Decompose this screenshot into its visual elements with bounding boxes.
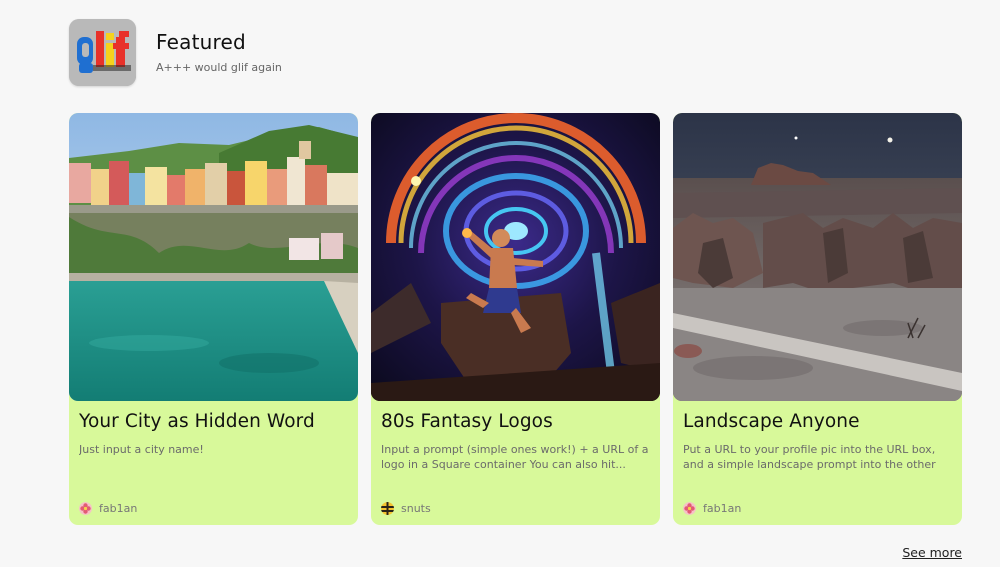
glif-card[interactable]: Your City as Hidden Word Just input a ci… <box>69 113 358 525</box>
card-title[interactable]: 80s Fantasy Logos <box>381 410 650 433</box>
glif-card[interactable]: 80s Fantasy Logos Input a prompt (simple… <box>371 113 660 525</box>
card-image-cosmic-warrior[interactable] <box>371 113 660 401</box>
card-description: Just input a city name! <box>79 443 204 456</box>
card-image-coastal-town[interactable] <box>69 113 358 401</box>
card-title[interactable]: Your City as Hidden Word <box>79 410 348 433</box>
card-author[interactable]: fab1an <box>79 502 137 515</box>
glif-card[interactable]: Landscape Anyone Put a URL to your profi… <box>673 113 962 525</box>
card-description: Put a URL to your profile pic into the U… <box>683 443 936 471</box>
author-name: snuts <box>401 502 431 515</box>
card-author[interactable]: fab1an <box>683 502 741 515</box>
see-more-link[interactable]: See more <box>902 545 962 560</box>
page-subtitle: A+++ would glif again <box>156 61 282 74</box>
page-title: Featured <box>156 30 246 54</box>
card-image-desert-landscape[interactable] <box>673 113 962 401</box>
glif-logo-icon[interactable] <box>69 19 136 86</box>
card-grid: Your City as Hidden Word Just input a ci… <box>69 113 962 525</box>
author-name: fab1an <box>703 502 742 515</box>
card-description: Input a prompt (simple ones work!) + a U… <box>381 443 649 471</box>
flower-avatar-icon <box>79 502 92 515</box>
card-title[interactable]: Landscape Anyone <box>683 410 952 433</box>
featured-header: Featured A+++ would glif again <box>69 19 282 86</box>
author-name: fab1an <box>99 502 138 515</box>
flower-avatar-icon <box>683 502 696 515</box>
card-author[interactable]: snuts <box>381 502 431 515</box>
bee-avatar-icon <box>381 502 394 515</box>
